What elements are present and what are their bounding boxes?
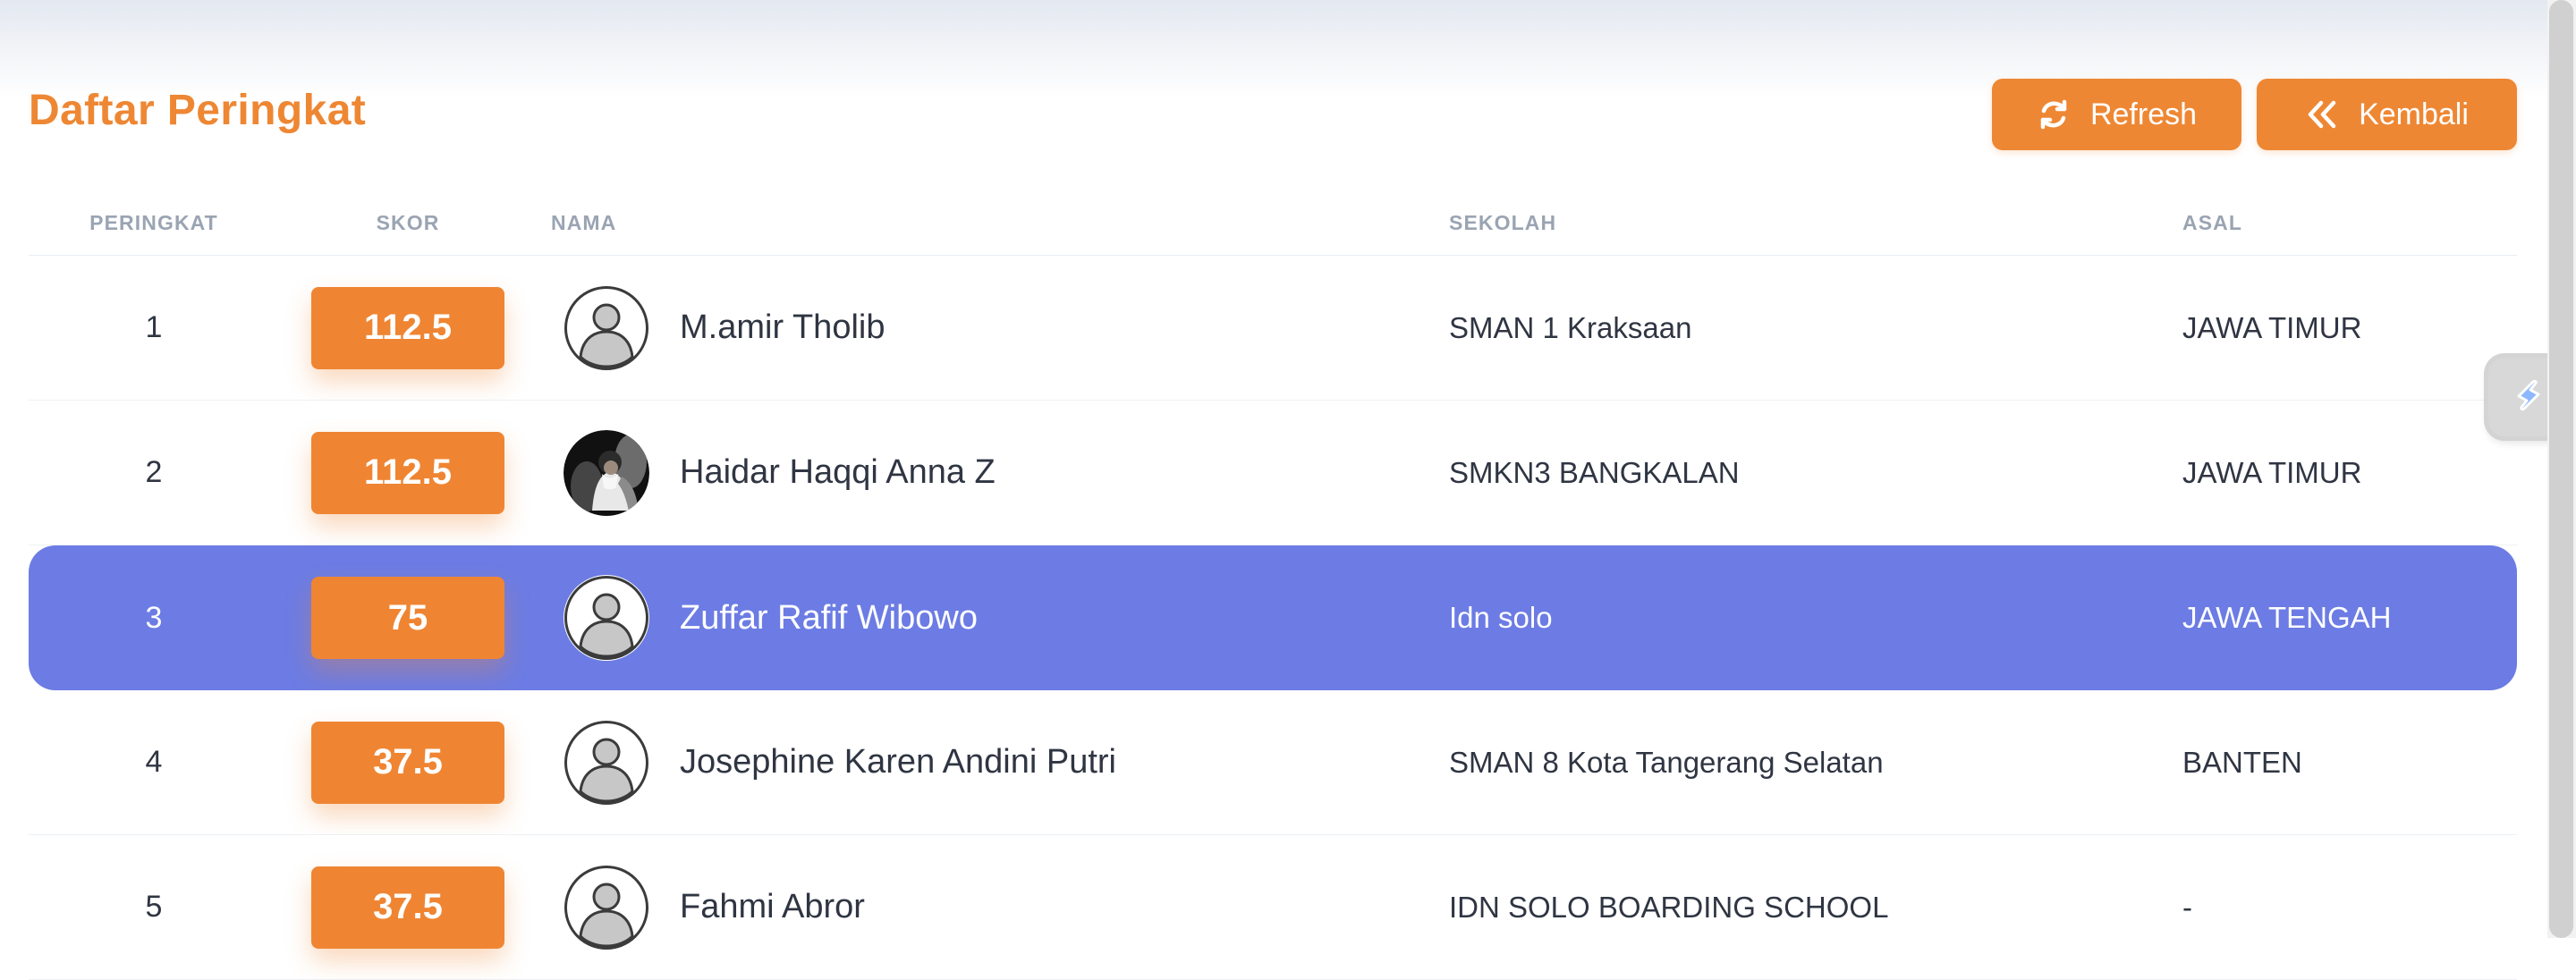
score-badge: 112.5: [311, 286, 504, 369]
rank-value: 4: [145, 745, 163, 779]
score-cell: 37.5: [311, 835, 504, 979]
school-name: Idn solo: [1449, 601, 1553, 634]
score-badge: 112.5: [311, 431, 504, 514]
rank-column-header: PERINGKAT: [89, 211, 218, 234]
score-badge: 37.5: [311, 721, 504, 804]
rank-value: 3: [145, 600, 163, 635]
rank-value: 5: [145, 890, 163, 924]
score-cell: 112.5: [311, 401, 504, 545]
back-button-label: Kembali: [2359, 97, 2469, 131]
default-avatar-icon: [564, 284, 649, 371]
table-row[interactable]: 2 112.5 Haidar Haqqi Anna Z SMKN3 BANGKA…: [29, 401, 2517, 545]
participant-name: Zuffar Rafif Wibowo: [680, 598, 978, 637]
score-column-header: SKOR: [376, 211, 440, 234]
default-avatar-icon: [564, 719, 649, 806]
avatar-cell: [564, 835, 649, 979]
origin-column-header: ASAL: [2182, 211, 2243, 234]
table-row[interactable]: 4 37.5 Josephine Karen Andini Putri SMAN…: [29, 690, 2517, 835]
page-title: Daftar Peringkat: [29, 87, 367, 134]
header-actions: Refresh Kembali: [1992, 79, 2517, 150]
refresh-button[interactable]: Refresh: [1992, 79, 2241, 150]
school-name: SMAN 8 Kota Tangerang Selatan: [1449, 745, 1884, 779]
origin-name: JAWA TIMUR: [2182, 455, 2362, 489]
name-column-header: NAMA: [551, 211, 617, 234]
score-badge: 37.5: [311, 866, 504, 949]
default-avatar-icon: [564, 864, 649, 950]
participant-name: Josephine Karen Andini Putri: [680, 743, 1116, 781]
score-cell: 75: [311, 545, 504, 690]
avatar-cell: [564, 545, 649, 690]
score-badge: 75: [311, 577, 504, 659]
participant-name: M.amir Tholib: [680, 308, 886, 346]
highlighted-table-row[interactable]: 3 75 Zuffar Rafif Wibowo Idn solo JAWA T…: [29, 545, 2517, 690]
origin-name: -: [2182, 890, 2192, 924]
school-name: SMKN3 BANGKALAN: [1449, 455, 1740, 489]
rank-value: 2: [145, 455, 163, 489]
avatar-cell: [564, 256, 649, 400]
scrollbar-thumb[interactable]: [2549, 0, 2573, 938]
profile-photo: [564, 429, 649, 516]
origin-name: BANTEN: [2182, 745, 2302, 779]
leaderboard-table: PERINGKAT SKOR NAMA SEKOLAH ASAL 1 112.5…: [29, 200, 2517, 980]
default-avatar-icon: [564, 575, 649, 661]
score-cell: 37.5: [311, 690, 504, 834]
origin-name: JAWA TIMUR: [2182, 310, 2362, 344]
avatar-cell: [564, 690, 649, 834]
school-name: SMAN 1 Kraksaan: [1449, 310, 1692, 344]
table-row[interactable]: 1 112.5 M.amir Tholib SMAN 1 Kraksaan JA…: [29, 256, 2517, 401]
refresh-button-label: Refresh: [2089, 97, 2198, 131]
back-button[interactable]: Kembali: [2257, 79, 2517, 150]
table-header-row: PERINGKAT SKOR NAMA SEKOLAH ASAL: [29, 200, 2517, 256]
vertical-scrollbar[interactable]: [2547, 0, 2576, 938]
avatar-cell: [564, 401, 649, 545]
double-chevron-left-icon: [2305, 97, 2339, 131]
refresh-icon: [2037, 97, 2071, 131]
rank-value: 1: [145, 310, 163, 344]
origin-name: JAWA TENGAH: [2182, 601, 2392, 634]
participant-name: Fahmi Abror: [680, 888, 865, 925]
participant-name: Haidar Haqqi Anna Z: [680, 453, 996, 491]
score-cell: 112.5: [311, 256, 504, 400]
school-column-header: SEKOLAH: [1449, 211, 1557, 234]
table-row[interactable]: 5 37.5 Fahmi Abror IDN SOLO BOARDING SCH…: [29, 835, 2517, 980]
leaderboard-page: Daftar Peringkat Refresh Kembali PERINGK…: [29, 0, 2517, 980]
school-name: IDN SOLO BOARDING SCHOOL: [1449, 890, 1889, 924]
lightning-shortcut-icon: [2506, 374, 2549, 421]
